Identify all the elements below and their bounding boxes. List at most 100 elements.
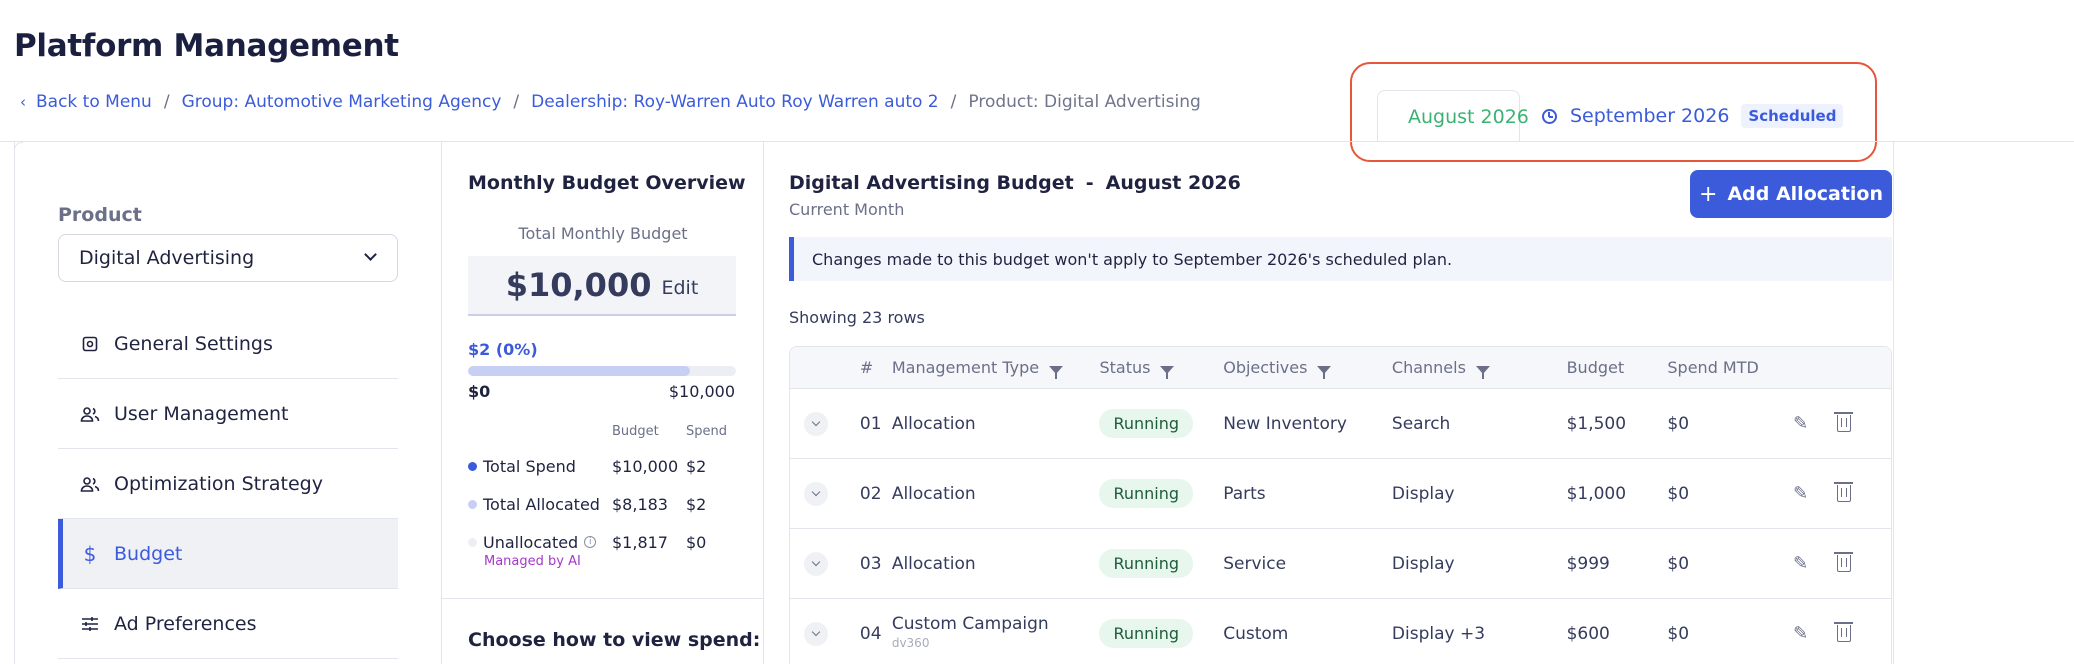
- chevron-down-icon: [811, 557, 821, 567]
- row-budget: $1,500: [1566, 413, 1627, 434]
- row-type: Allocation: [892, 555, 1100, 573]
- status-badge: Running: [1099, 409, 1194, 438]
- row-budget: $999: [1566, 553, 1610, 574]
- edit-pencil-icon[interactable]: ✎: [1793, 624, 1809, 642]
- row-type: Custom Campaign dv360: [892, 615, 1100, 652]
- sidebar-item-ad-preferences[interactable]: Ad Preferences: [58, 589, 398, 659]
- legend-budget: $10,000: [612, 456, 679, 476]
- breadcrumb-separator: /: [163, 92, 170, 112]
- filter-icon[interactable]: [1049, 366, 1064, 379]
- tab-next-month[interactable]: September 2026 Scheduled: [1542, 90, 1844, 142]
- legend-label: Total Spend: [483, 456, 576, 476]
- breadcrumb-group-link[interactable]: Group: Automotive Marketing Agency: [182, 92, 502, 112]
- add-allocation-button[interactable]: + Add Allocation: [1690, 170, 1892, 218]
- table-row: 04 Custom Campaign dv360 Running Custom D…: [790, 599, 1891, 664]
- sidebar-item-optimization-strategy[interactable]: Optimization Strategy: [58, 449, 398, 519]
- table-row: 02 Allocation Running Parts Display $1,0…: [790, 459, 1891, 529]
- table-row: 01 Allocation Running New Inventory Sear…: [790, 389, 1891, 459]
- clock-icon: [1542, 108, 1557, 124]
- sidebar-item-user-management[interactable]: User Management: [58, 379, 398, 449]
- row-status: Running: [1099, 619, 1223, 648]
- edit-budget-button[interactable]: Edit: [661, 277, 698, 299]
- legend-label: Unallocated: [483, 532, 579, 552]
- expand-row-button[interactable]: [804, 621, 828, 646]
- plus-icon: +: [1699, 181, 1718, 207]
- row-objective: Service: [1223, 553, 1287, 574]
- tab-current-month-label: August 2026: [1408, 105, 1529, 128]
- panel-title: Digital Advertising Budget - August 2026: [789, 172, 1241, 194]
- total-budget-box[interactable]: $10,000 Edit: [468, 256, 736, 316]
- info-icon[interactable]: i: [584, 536, 597, 548]
- status-badge: Running: [1099, 549, 1194, 578]
- tab-next-month-label: September 2026: [1570, 105, 1730, 127]
- edit-pencil-icon[interactable]: ✎: [1793, 554, 1809, 572]
- breadcrumb-separator: /: [513, 92, 520, 112]
- chevron-down-icon: [811, 627, 821, 637]
- col-label: Objectives: [1223, 358, 1308, 377]
- chevron-left-icon: ‹: [20, 93, 26, 111]
- breadcrumb-back-link[interactable]: Back to Menu: [36, 92, 152, 112]
- sidebar-item-label: Budget: [114, 542, 183, 565]
- delete-trash-icon[interactable]: [1834, 412, 1854, 432]
- expand-row-button[interactable]: [804, 551, 828, 576]
- product-select[interactable]: Digital Advertising: [58, 234, 398, 282]
- sidebar-nav: General Settings User Management Optimiz…: [58, 309, 398, 659]
- filter-icon[interactable]: [1317, 366, 1332, 379]
- row-status: Running: [1099, 409, 1223, 438]
- col-management-type[interactable]: Management Type: [892, 358, 1100, 379]
- filter-icon[interactable]: [1160, 366, 1175, 379]
- legend-row-total-allocated: Total Allocated $8,183 $2: [468, 485, 748, 523]
- col-channels[interactable]: Channels: [1392, 358, 1567, 379]
- add-allocation-label: Add Allocation: [1727, 183, 1883, 205]
- allocations-table: # Management Type Status Objectives Chan…: [789, 346, 1892, 664]
- legend-dot-icon: [468, 499, 477, 509]
- row-count: Showing 23 rows: [789, 308, 925, 327]
- progress-max-label: $10,000: [668, 382, 735, 401]
- row-channel: Search: [1391, 413, 1451, 434]
- legend-header: Budget Spend: [468, 424, 748, 439]
- edit-pencil-icon[interactable]: ✎: [1793, 414, 1809, 432]
- sidebar: Product Digital Advertising General Sett…: [14, 142, 442, 664]
- table-row: 03 Allocation Running Service Display $9…: [790, 529, 1891, 599]
- users-icon: [80, 474, 100, 494]
- tab-current-month[interactable]: August 2026: [1377, 90, 1529, 142]
- legend-label: Total Allocated: [483, 494, 600, 514]
- expand-row-button[interactable]: [804, 481, 828, 506]
- sidebar-item-budget[interactable]: $ Budget: [58, 519, 398, 589]
- breadcrumb-dealership-link[interactable]: Dealership: Roy-Warren Auto Roy Warren a…: [531, 92, 939, 112]
- budget-progress-fill: [468, 366, 691, 376]
- row-objective: Custom: [1223, 623, 1289, 644]
- chevron-down-icon: [364, 248, 377, 261]
- col-spend-mtd: Spend MTD: [1667, 358, 1759, 377]
- page-title: Platform Management: [14, 28, 399, 64]
- delete-trash-icon[interactable]: [1834, 622, 1854, 642]
- row-num: 01: [859, 413, 882, 434]
- expand-row-button[interactable]: [804, 411, 828, 436]
- row-channel: Display: [1391, 483, 1455, 504]
- col-status[interactable]: Status: [1099, 358, 1223, 379]
- budget-progress-bar: [468, 366, 736, 376]
- col-num: #: [859, 358, 874, 377]
- row-budget: $1,000: [1566, 483, 1627, 504]
- overview-title: Monthly Budget Overview: [468, 172, 746, 194]
- row-objective: New Inventory: [1223, 413, 1347, 434]
- row-type-sub: dv360: [891, 636, 930, 650]
- row-spend: $0: [1667, 553, 1690, 574]
- edit-pencil-icon[interactable]: ✎: [1793, 484, 1809, 502]
- status-badge: Running: [1099, 479, 1194, 508]
- sidebar-item-label: User Management: [114, 402, 289, 425]
- total-budget-label: Total Monthly Budget: [518, 224, 688, 243]
- sidebar-item-general-settings[interactable]: General Settings: [58, 309, 398, 379]
- col-objectives[interactable]: Objectives: [1223, 358, 1392, 379]
- status-badge: Running: [1099, 619, 1194, 648]
- product-label: Product: [58, 204, 142, 226]
- filter-icon[interactable]: [1475, 366, 1490, 379]
- delete-trash-icon[interactable]: [1834, 482, 1854, 502]
- sidebar-item-label: General Settings: [114, 332, 273, 355]
- row-num: 04: [859, 623, 882, 644]
- row-channel: Display: [1391, 553, 1455, 574]
- delete-trash-icon[interactable]: [1834, 552, 1854, 572]
- users-icon: [80, 404, 100, 424]
- col-budget: Budget: [1566, 358, 1625, 377]
- spent-text: $2 (0%): [468, 340, 538, 359]
